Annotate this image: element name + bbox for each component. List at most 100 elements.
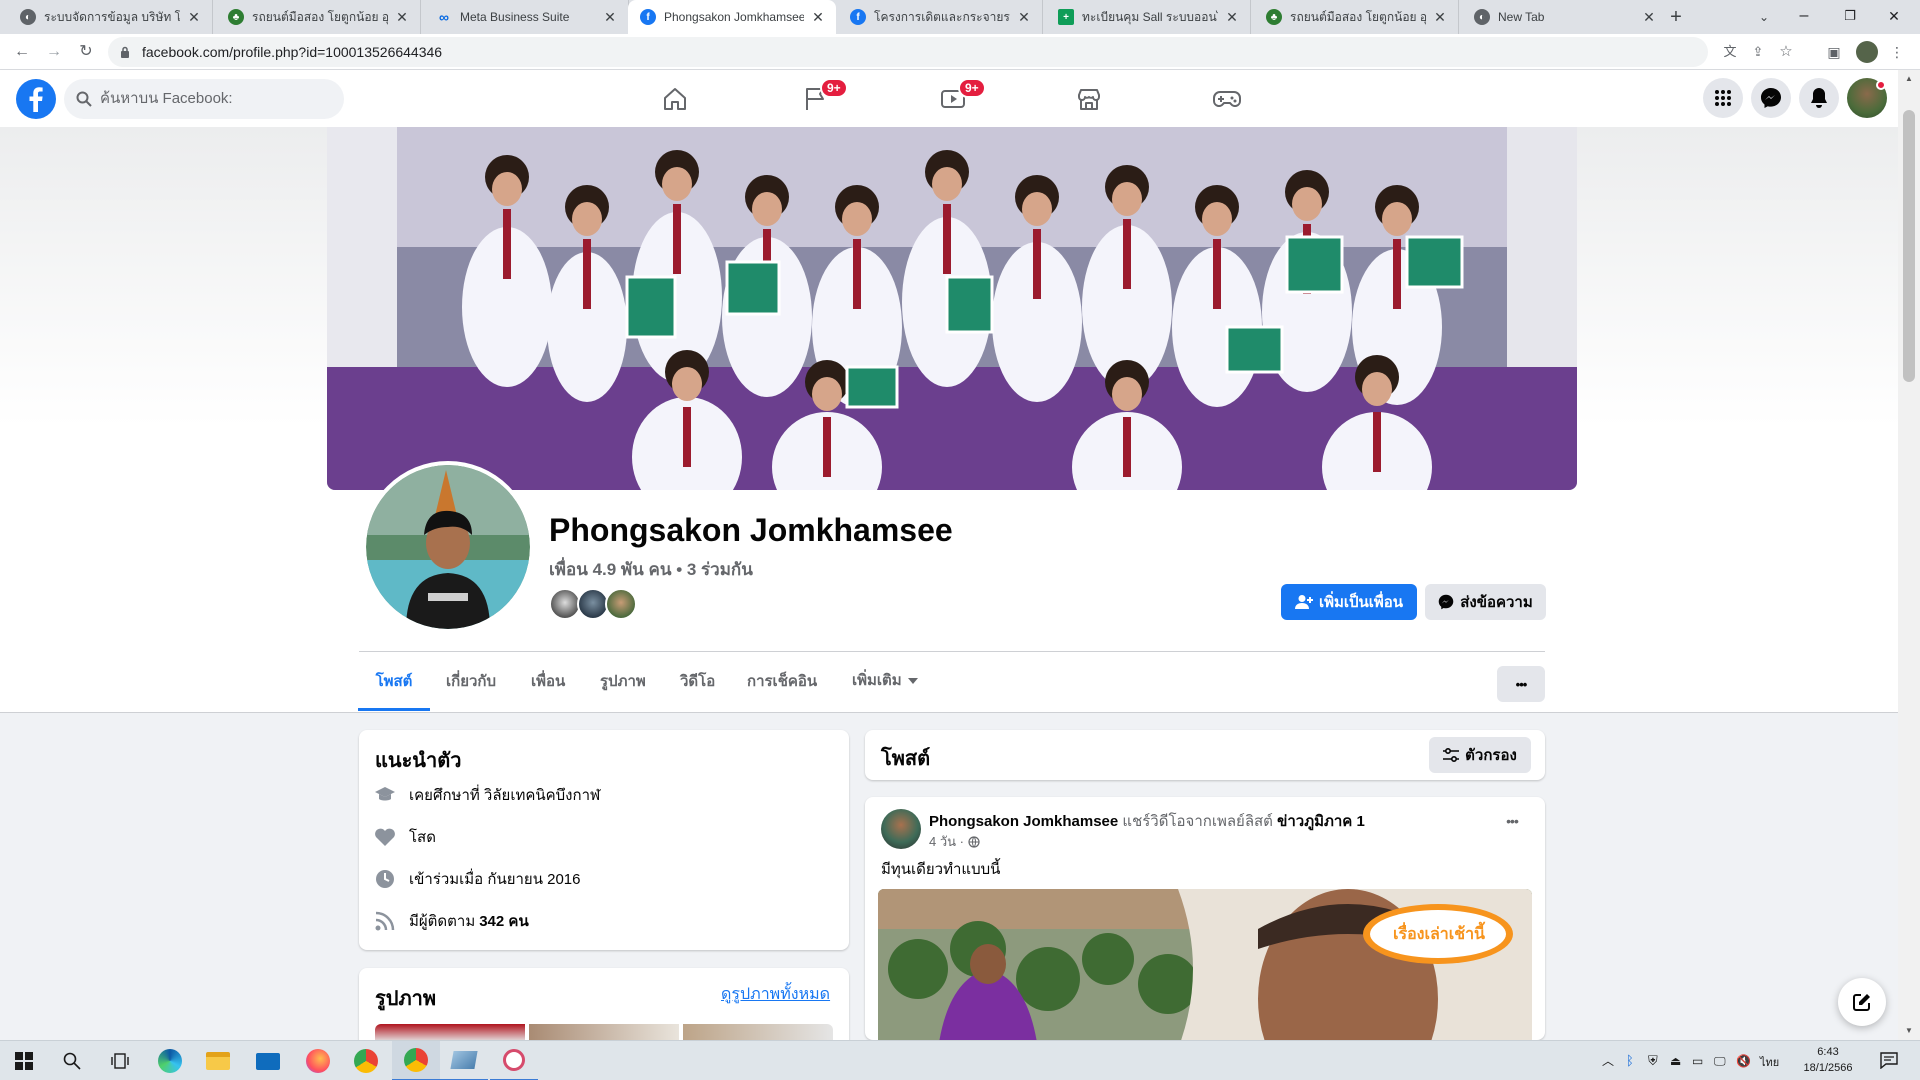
- app-running-icon[interactable]: [440, 1041, 488, 1080]
- close-tab-icon[interactable]: ✕: [1432, 9, 1448, 25]
- nav-gaming[interactable]: [1172, 74, 1282, 124]
- notification-center-icon[interactable]: [1880, 1051, 1900, 1071]
- close-tab-icon[interactable]: ✕: [810, 9, 826, 25]
- edge-browser-icon[interactable]: [146, 1041, 194, 1080]
- post-timestamp[interactable]: 4 วัน ·: [929, 831, 964, 852]
- mutual-friend-avatar[interactable]: [605, 588, 637, 620]
- page-scrollbar[interactable]: ▲ ▼: [1898, 70, 1920, 1040]
- bell-icon: [1811, 88, 1827, 108]
- scroll-up-arrow-icon[interactable]: ▲: [1904, 74, 1914, 84]
- close-tab-icon[interactable]: ✕: [394, 9, 410, 25]
- side-panel-icon[interactable]: ▣: [1824, 42, 1844, 62]
- show-hidden-icons-chevron-icon[interactable]: ︿: [1602, 1051, 1616, 1071]
- minimize-icon[interactable]: –: [1790, 4, 1818, 28]
- messenger-button[interactable]: [1751, 78, 1791, 118]
- facebook-logo-icon[interactable]: [16, 79, 56, 119]
- gamepad-icon: [1213, 91, 1241, 107]
- tab-videos[interactable]: วิดีโอ: [680, 651, 715, 711]
- browser-tab[interactable]: ◐ New Tab ✕: [1462, 0, 1667, 34]
- see-all-photos-link[interactable]: ดูรูปภาพทั้งหมด: [721, 982, 830, 1007]
- close-tab-icon[interactable]: ✕: [186, 9, 202, 25]
- cover-photo[interactable]: [327, 127, 1577, 490]
- facebook-search-input[interactable]: ค้นหาบน Facebook:: [64, 79, 344, 119]
- profile-picture[interactable]: [362, 461, 534, 633]
- profile-avatar-icon[interactable]: [1856, 41, 1878, 63]
- tab-search-chevron-icon[interactable]: ⌄: [1752, 6, 1776, 28]
- browser-tab[interactable]: ∞ Meta Business Suite ✕: [424, 0, 629, 34]
- address-bar[interactable]: facebook.com/profile.php?id=100013526644…: [108, 37, 1793, 67]
- chrome-menu-icon[interactable]: ⋮: [1890, 42, 1904, 62]
- volume-muted-icon[interactable]: 🔇: [1736, 1051, 1752, 1071]
- new-message-button[interactable]: [1838, 978, 1886, 1026]
- close-window-icon[interactable]: ✕: [1880, 4, 1908, 28]
- clock[interactable]: 6:43 18/1/2566: [1790, 1044, 1866, 1076]
- mail-icon[interactable]: [244, 1041, 292, 1080]
- windows-start-icon[interactable]: [0, 1041, 48, 1080]
- friends-count-link[interactable]: เพื่อน 4.9 พัน คน • 3 ร่วมกัน: [549, 556, 753, 583]
- browser-tab-active[interactable]: f Phongsakon Jomkhamsee ✕: [628, 0, 836, 34]
- translate-icon[interactable]: 文: [1720, 42, 1740, 62]
- tab-photos[interactable]: รูปภาพ: [600, 651, 646, 711]
- post-playlist-link[interactable]: ข่าวภูมิภาค 1: [1277, 813, 1365, 830]
- tab-checkins[interactable]: การเช็คอิน: [747, 651, 817, 711]
- reload-icon[interactable]: ↻: [76, 42, 96, 62]
- network-icon[interactable]: 🖵: [1714, 1051, 1730, 1071]
- forward-arrow-icon[interactable]: →: [44, 42, 64, 62]
- browser-tab[interactable]: + ทะเบียนคุม Sall ระบบออนไลน์ ✕: [1046, 0, 1251, 34]
- close-tab-icon[interactable]: ✕: [1016, 9, 1032, 25]
- more-options-button[interactable]: •••: [1497, 666, 1545, 702]
- notifications-button[interactable]: [1799, 78, 1839, 118]
- post-author-avatar[interactable]: [881, 809, 921, 849]
- paint-app-icon[interactable]: [490, 1041, 538, 1080]
- add-friend-button[interactable]: เพิ่มเป็นเพื่อน: [1281, 584, 1417, 620]
- search-icon: [76, 91, 92, 107]
- bookmark-star-icon[interactable]: ☆: [1776, 42, 1796, 62]
- intro-text: มีผู้ติดตาม: [409, 913, 476, 930]
- share-icon[interactable]: ⇪: [1748, 42, 1768, 62]
- bluetooth-icon[interactable]: ᛒ: [1626, 1051, 1642, 1071]
- send-message-button[interactable]: ส่งข้อความ: [1425, 584, 1546, 620]
- intro-education: เคยศึกษาที่ วิลัยเทคนิคบึงกาฬ: [373, 777, 600, 813]
- scroll-down-arrow-icon[interactable]: ▼: [1904, 1026, 1914, 1036]
- chrome-profile-running-icon[interactable]: [392, 1041, 440, 1080]
- browser-tab[interactable]: f โครงการเดิตและกระจายรถยนต์ ✕: [838, 0, 1043, 34]
- usb-icon[interactable]: ⏏: [1670, 1051, 1686, 1071]
- tab-more[interactable]: เพิ่มเติม: [852, 651, 918, 711]
- nav-watch[interactable]: 9+: [898, 74, 1008, 124]
- menu-grid-button[interactable]: [1703, 78, 1743, 118]
- security-shield-icon[interactable]: ⛨: [1648, 1051, 1664, 1071]
- nav-home[interactable]: [620, 74, 730, 124]
- heart-icon: [373, 825, 397, 849]
- tab-title: ทะเบียนคุม Sall ระบบออนไลน์: [1082, 9, 1218, 24]
- nav-marketplace[interactable]: [1034, 74, 1144, 124]
- filter-button[interactable]: ตัวกรอง: [1429, 737, 1531, 773]
- restore-icon[interactable]: ❐: [1836, 4, 1864, 28]
- firefox-icon[interactable]: [294, 1041, 342, 1080]
- send-message-label: ส่งข้อความ: [1460, 594, 1533, 611]
- close-tab-icon[interactable]: ✕: [1224, 9, 1240, 25]
- close-tab-icon[interactable]: ✕: [1641, 9, 1657, 25]
- new-tab-plus-icon[interactable]: +: [1664, 6, 1688, 28]
- task-view-icon[interactable]: [96, 1041, 144, 1080]
- chrome-icon[interactable]: [342, 1041, 390, 1080]
- tab-friends[interactable]: เพื่อน: [531, 651, 565, 711]
- taskbar-search-icon[interactable]: [48, 1041, 96, 1080]
- post-video[interactable]: เรื่องเล่าเช้านี้: [878, 889, 1532, 1040]
- display-icon[interactable]: ▭: [1692, 1051, 1708, 1071]
- tab-title: Meta Business Suite: [460, 10, 570, 24]
- back-arrow-icon[interactable]: ←: [12, 42, 32, 62]
- input-language[interactable]: ไทย: [1760, 1053, 1779, 1071]
- browser-tab[interactable]: ♣ รถยนต์มือสอง โยตูกน้อย อุดร ✕: [1254, 0, 1459, 34]
- intro-followers[interactable]: มีผู้ติดตาม 342 คน: [373, 903, 529, 939]
- file-explorer-icon[interactable]: [194, 1041, 242, 1080]
- post-author-name[interactable]: Phongsakon Jomkhamsee: [929, 813, 1118, 830]
- tab-posts[interactable]: โพสต์: [358, 651, 430, 711]
- tab-about[interactable]: เกี่ยวกับ: [446, 651, 496, 711]
- photos-title: รูปภาพ: [375, 988, 437, 1010]
- close-tab-icon[interactable]: ✕: [602, 9, 618, 25]
- browser-tab[interactable]: ◐ ระบบจัดการข้อมูล บริษัท โยตูก ✕: [8, 0, 213, 34]
- scrollbar-thumb[interactable]: [1903, 110, 1915, 382]
- browser-tab[interactable]: ♣ รถยนต์มือสอง โยตูกน้อย อุดร ✕: [216, 0, 421, 34]
- post-options-icon[interactable]: •••: [1497, 813, 1527, 833]
- nav-pages[interactable]: 9+: [760, 74, 870, 124]
